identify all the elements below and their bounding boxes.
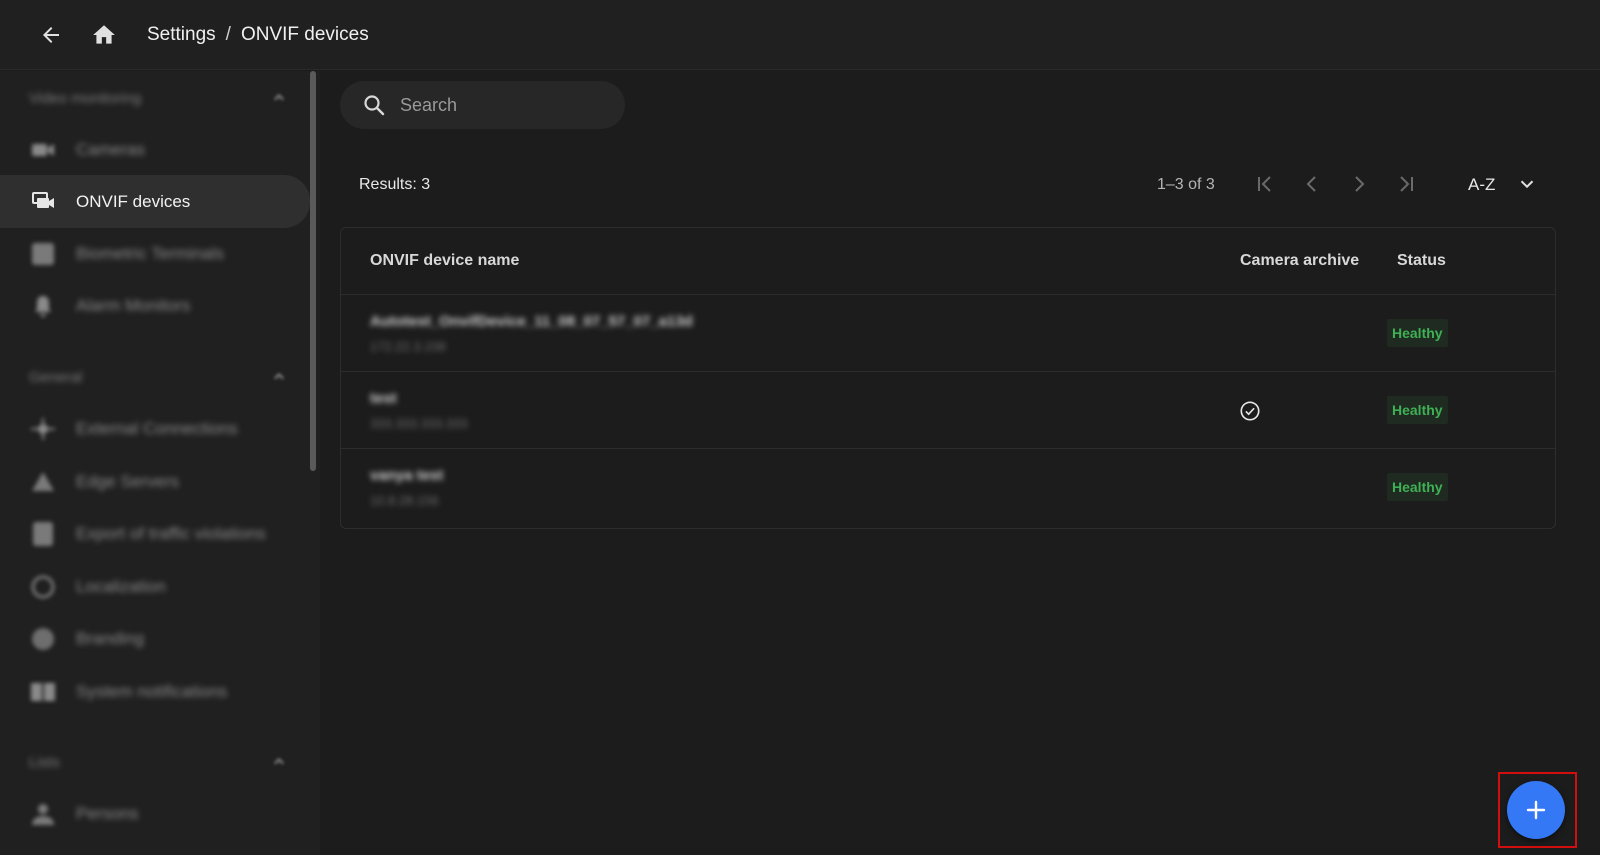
breadcrumb: Settings / ONVIF devices [147, 24, 369, 46]
sidebar: Video monitoring Cameras ONVIF devices B… [0, 71, 320, 855]
device-address: 10.8.28.156 [370, 493, 439, 508]
alarm-icon [30, 295, 56, 317]
globe-icon [30, 575, 56, 598]
sidebar-item-label: Persons [76, 803, 139, 823]
chevron-up-icon [274, 373, 284, 380]
section-title: General [29, 368, 83, 386]
device-name: test [370, 390, 397, 407]
sidebar-item-biometric-terminals[interactable]: Biometric Terminals [0, 227, 310, 280]
arrow-back-icon [43, 26, 59, 43]
sidebar-item-label: External Connections [76, 418, 238, 438]
onvif-devices-icon [30, 191, 56, 213]
back-button[interactable] [31, 15, 71, 55]
device-name: vanya test [370, 467, 444, 484]
previous-page-button[interactable] [1296, 168, 1328, 200]
pagination-range: 1–3 of 3 [1157, 176, 1215, 193]
sidebar-scrollbar[interactable] [310, 71, 316, 471]
branding-icon [30, 627, 56, 650]
plus-icon [1526, 800, 1546, 820]
sidebar-item-export-traffic-violations[interactable]: Export of traffic violations [0, 507, 310, 560]
sidebar-item-label: Export of traffic violations [76, 523, 266, 543]
export-icon [30, 521, 56, 546]
sidebar-item-edge-servers[interactable]: Edge Servers [0, 455, 310, 508]
section-lists[interactable]: Lists [29, 750, 289, 774]
sidebar-item-label: System notifications [76, 681, 228, 701]
sidebar-item-persons[interactable]: Persons [0, 787, 310, 840]
breadcrumb-separator: / [225, 23, 231, 45]
section-general[interactable]: General [29, 365, 289, 389]
sidebar-item-branding[interactable]: Branding [0, 612, 310, 665]
sort-order-select[interactable]: A-Z [1468, 175, 1495, 195]
search-input[interactable] [400, 94, 600, 116]
results-count: Results: 3 [359, 176, 431, 193]
sidebar-item-label: Alarm Monitors [76, 295, 191, 315]
sidebar-item-label: Biometric Terminals [76, 243, 225, 263]
sidebar-item-label: ONVIF devices [76, 191, 191, 211]
sidebar-item-cameras[interactable]: Cameras [0, 123, 310, 176]
last-page-icon [1400, 176, 1413, 192]
camera-icon [30, 139, 56, 161]
home-button[interactable] [84, 15, 124, 55]
chevron-up-icon [274, 758, 284, 765]
notification-icon [30, 681, 56, 703]
status-badge: Healthy [1387, 319, 1448, 347]
sidebar-item-label: Branding [76, 628, 145, 648]
server-icon [30, 471, 56, 493]
chevron-down-icon [1520, 180, 1534, 189]
chevron-right-icon [1355, 176, 1365, 192]
device-address: 333.333.333.333 [370, 416, 468, 431]
sidebar-item-label: Localization [76, 576, 166, 596]
sidebar-item-onvif-devices[interactable]: ONVIF devices [0, 175, 310, 228]
connection-icon [30, 417, 56, 440]
sidebar-item-localization[interactable]: Localization [0, 560, 310, 613]
table-header: ONVIF device name Camera archive Status [341, 228, 1555, 295]
device-address: 172.22.3.158 [370, 339, 446, 354]
chevron-left-icon [1306, 176, 1316, 192]
sidebar-item-label: Cameras [76, 139, 145, 159]
main-content: Results: 3 1–3 of 3 A-Z ONVIF device nam… [320, 71, 1600, 855]
home-icon [93, 24, 115, 44]
terminal-icon [30, 242, 56, 265]
chevron-up-icon [274, 94, 284, 101]
onvif-devices-table: ONVIF device name Camera archive Status … [340, 227, 1556, 529]
search-box[interactable] [340, 81, 625, 129]
column-header-status[interactable]: Status [1397, 252, 1446, 270]
sidebar-item-alarm-monitors[interactable]: Alarm Monitors [0, 279, 310, 332]
section-video-monitoring[interactable]: Video monitoring [29, 86, 289, 110]
device-name: Autotest_OnvifDevice_11_08_07_57_07_a13d [370, 313, 693, 330]
breadcrumb-current: ONVIF devices [240, 23, 369, 45]
first-page-icon [1258, 176, 1271, 192]
column-header-device-name[interactable]: ONVIF device name [370, 252, 519, 270]
archive-check-icon [1239, 400, 1261, 427]
last-page-button[interactable] [1390, 168, 1422, 200]
persons-icon [30, 803, 56, 825]
search-icon [364, 95, 385, 116]
sidebar-item-external-connections[interactable]: External Connections [0, 402, 310, 455]
breadcrumb-settings[interactable]: Settings [147, 24, 216, 46]
section-title: Lists [29, 753, 60, 771]
status-badge: Healthy [1387, 396, 1448, 424]
top-bar: Settings / ONVIF devices [0, 0, 1600, 70]
column-header-camera-archive[interactable]: Camera archive [1240, 252, 1359, 270]
first-page-button[interactable] [1249, 168, 1281, 200]
next-page-button[interactable] [1343, 168, 1375, 200]
status-badge: Healthy [1387, 473, 1448, 501]
table-row[interactable]: Autotest_OnvifDevice_11_08_07_57_07_a13d… [341, 295, 1555, 372]
sidebar-item-system-notifications[interactable]: System notifications [0, 665, 310, 718]
sidebar-item-label: Edge Servers [76, 471, 179, 491]
section-title: Video monitoring [29, 89, 142, 107]
add-device-button[interactable] [1507, 781, 1565, 839]
table-row[interactable]: vanya test 10.8.28.156 Healthy [341, 449, 1555, 526]
sort-dropdown-button[interactable] [1512, 169, 1542, 199]
table-row[interactable]: test 333.333.333.333 Healthy [341, 372, 1555, 449]
